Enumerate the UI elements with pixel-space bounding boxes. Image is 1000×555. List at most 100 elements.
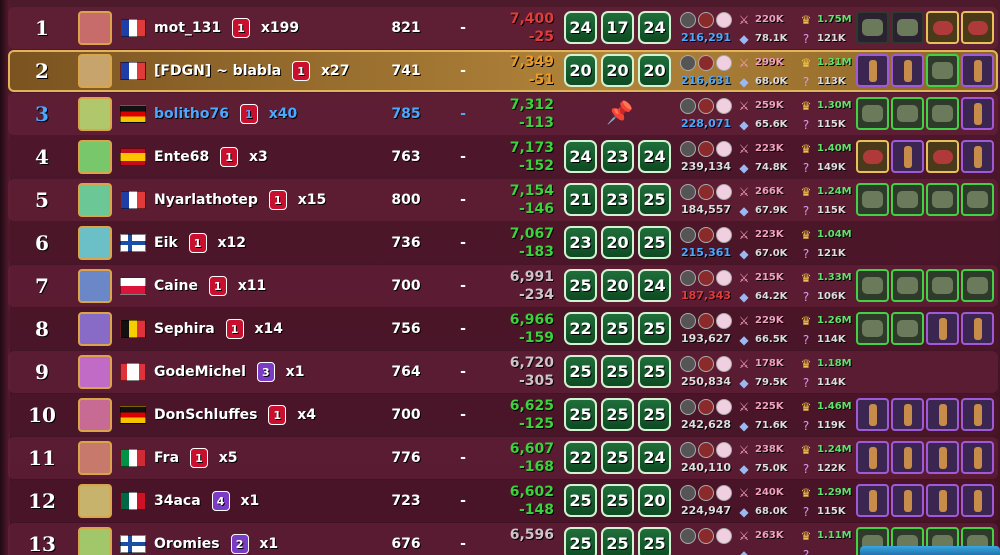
leaderboard-row[interactable]: 6 Eik 1 x12 736 - 7,067 -183 23 20 25 215,… bbox=[8, 222, 998, 264]
ego-value: 1.31M bbox=[817, 57, 852, 68]
equipment-slot[interactable] bbox=[891, 183, 924, 216]
player-name-cell[interactable]: Nyarlathotep 1 x15 bbox=[154, 179, 326, 221]
equipment-slot[interactable] bbox=[961, 269, 994, 302]
equipment-slot[interactable] bbox=[891, 54, 924, 87]
equipment-slot[interactable] bbox=[856, 11, 889, 44]
equipment-slot[interactable] bbox=[891, 312, 924, 345]
player-avatar[interactable] bbox=[78, 527, 112, 555]
player-name: Fra bbox=[154, 450, 180, 466]
equipment-slot[interactable] bbox=[926, 398, 959, 431]
equipment-slot[interactable] bbox=[926, 183, 959, 216]
player-name-cell[interactable]: Fra 1 x5 bbox=[154, 437, 238, 479]
player-name-cell[interactable]: bolitho76 1 x40 bbox=[154, 93, 297, 135]
player-avatar[interactable] bbox=[78, 97, 112, 131]
placeholder-dash: - bbox=[460, 407, 466, 423]
player-name-cell[interactable]: Caine 1 x11 bbox=[154, 265, 266, 307]
defense-value: 75.0K bbox=[755, 463, 788, 474]
equipment-slot[interactable] bbox=[891, 441, 924, 474]
equipment-slot[interactable] bbox=[961, 11, 994, 44]
equipment-slot[interactable] bbox=[961, 441, 994, 474]
equipment-slot[interactable] bbox=[856, 140, 889, 173]
equipment-slot[interactable] bbox=[926, 54, 959, 87]
leaderboard-row[interactable]: 9 GodeMichel 3 x1 764 - 6,720 -305 25 25 2… bbox=[8, 351, 998, 393]
player-avatar[interactable] bbox=[78, 226, 112, 260]
leaderboard-row[interactable]: 2 [FDGN] ~ blabla 1 x27 741 - 7,349 -51 … bbox=[8, 50, 998, 92]
team-score-badge: 20 bbox=[638, 54, 671, 87]
equipment-icon bbox=[903, 489, 912, 512]
defense-value: 71.6K bbox=[755, 420, 788, 431]
player-avatar[interactable] bbox=[78, 11, 112, 45]
team-score-badge: 24 bbox=[638, 11, 671, 44]
player-name-cell[interactable]: mot_131 1 x199 bbox=[154, 7, 299, 49]
player-avatar[interactable] bbox=[78, 312, 112, 346]
equipment-slot[interactable] bbox=[891, 398, 924, 431]
equipment-slot[interactable] bbox=[891, 484, 924, 517]
player-name-cell[interactable]: Ente68 1 x3 bbox=[154, 136, 268, 178]
equipment-slot[interactable] bbox=[961, 312, 994, 345]
player-level: 756 bbox=[391, 321, 421, 337]
player-name-cell[interactable]: GodeMichel 3 x1 bbox=[154, 351, 304, 393]
equipment-slot[interactable] bbox=[856, 398, 889, 431]
leaderboard-row[interactable]: 11 Fra 1 x5 776 - 6,607 -168 22 25 24 240,… bbox=[8, 437, 998, 479]
equipment-slot[interactable] bbox=[891, 140, 924, 173]
player-avatar[interactable] bbox=[78, 484, 112, 518]
equipment-slot[interactable] bbox=[891, 97, 924, 130]
equipment-slot[interactable] bbox=[926, 312, 959, 345]
equipment-slot[interactable] bbox=[961, 398, 994, 431]
equipment-slot[interactable] bbox=[961, 54, 994, 87]
player-name-cell[interactable]: DonSchluffes 1 x4 bbox=[154, 394, 316, 436]
equipment-slot[interactable] bbox=[856, 312, 889, 345]
player-name-cell[interactable]: Sephira 1 x14 bbox=[154, 308, 283, 350]
score-delta: -113 bbox=[518, 115, 554, 131]
leaderboard-row[interactable]: 5 Nyarlathotep 1 x15 800 - 7,154 -146 21… bbox=[8, 179, 998, 221]
equipment-slot[interactable] bbox=[891, 269, 924, 302]
equipment-slot[interactable] bbox=[926, 11, 959, 44]
player-name-cell[interactable]: Oromies 2 x1 bbox=[154, 523, 278, 555]
equipment-slot[interactable] bbox=[856, 54, 889, 87]
equipment-slot[interactable] bbox=[961, 484, 994, 517]
leaderboard-row[interactable]: 7 Caine 1 x11 700 - 6,991 -234 25 20 24 18… bbox=[8, 265, 998, 307]
equipment-slot[interactable] bbox=[926, 484, 959, 517]
team-score-badge: 20 bbox=[601, 54, 634, 87]
player-avatar[interactable] bbox=[78, 398, 112, 432]
harmony-value: 113K bbox=[817, 76, 846, 87]
player-avatar[interactable] bbox=[78, 54, 112, 88]
leaderboard-row[interactable]: 13 Oromies 2 x1 676 - 6,596 25 25 25 ⚔ 263K… bbox=[8, 523, 998, 555]
player-avatar[interactable] bbox=[78, 183, 112, 217]
equipment-slot[interactable] bbox=[926, 97, 959, 130]
element-orb-icon bbox=[698, 442, 714, 458]
pin-icon[interactable]: 📌 bbox=[606, 101, 633, 126]
equipment-slot[interactable] bbox=[961, 97, 994, 130]
player-name-cell[interactable]: [FDGN] ~ blabla 1 x27 bbox=[154, 50, 349, 92]
leaderboard-row[interactable]: 10 DonSchluffes 1 x4 700 - 6,625 -125 25… bbox=[8, 394, 998, 436]
equipment-slot[interactable] bbox=[926, 441, 959, 474]
element-orb-icon bbox=[680, 98, 696, 114]
rank-tier-badge: 2 bbox=[230, 534, 249, 554]
bottom-action-bar[interactable] bbox=[860, 546, 1000, 555]
leaderboard-row[interactable]: 3 bolitho76 1 x40 785 - 7,312 -113 📌 228… bbox=[8, 93, 998, 135]
attack-value: 238K bbox=[755, 444, 784, 455]
player-avatar[interactable] bbox=[78, 269, 112, 303]
player-avatar[interactable] bbox=[78, 441, 112, 475]
equipment-slot[interactable] bbox=[856, 183, 889, 216]
leaderboard-row[interactable]: 12 34aca 4 x1 723 - 6,602 -148 25 25 20 22… bbox=[8, 480, 998, 522]
player-avatar[interactable] bbox=[78, 355, 112, 389]
equipment-slot[interactable] bbox=[856, 441, 889, 474]
equipment-slot[interactable] bbox=[891, 11, 924, 44]
equipment-slot[interactable] bbox=[856, 484, 889, 517]
equipment-slot[interactable] bbox=[856, 269, 889, 302]
leaderboard-row[interactable]: 4 Ente68 1 x3 763 - 7,173 -152 24 23 24 23… bbox=[8, 136, 998, 178]
leaderboard-row[interactable]: 1 mot_131 1 x199 821 - 7,400 -25 24 17 24 … bbox=[8, 7, 998, 49]
equipment-slot[interactable] bbox=[926, 269, 959, 302]
rank-tier-badge: 1 bbox=[208, 276, 227, 296]
leaderboard-row[interactable]: 8 Sephira 1 x14 756 - 6,966 -159 22 25 25 … bbox=[8, 308, 998, 350]
equipment-slot[interactable] bbox=[961, 183, 994, 216]
equipment-slot[interactable] bbox=[926, 140, 959, 173]
player-name-cell[interactable]: 34aca 4 x1 bbox=[154, 480, 259, 522]
player-name-cell[interactable]: Eik 1 x12 bbox=[154, 222, 246, 264]
element-orb-icon bbox=[698, 399, 714, 415]
equipment-slot[interactable] bbox=[961, 140, 994, 173]
element-orb-icon bbox=[716, 12, 732, 28]
player-avatar[interactable] bbox=[78, 140, 112, 174]
equipment-slot[interactable] bbox=[856, 97, 889, 130]
